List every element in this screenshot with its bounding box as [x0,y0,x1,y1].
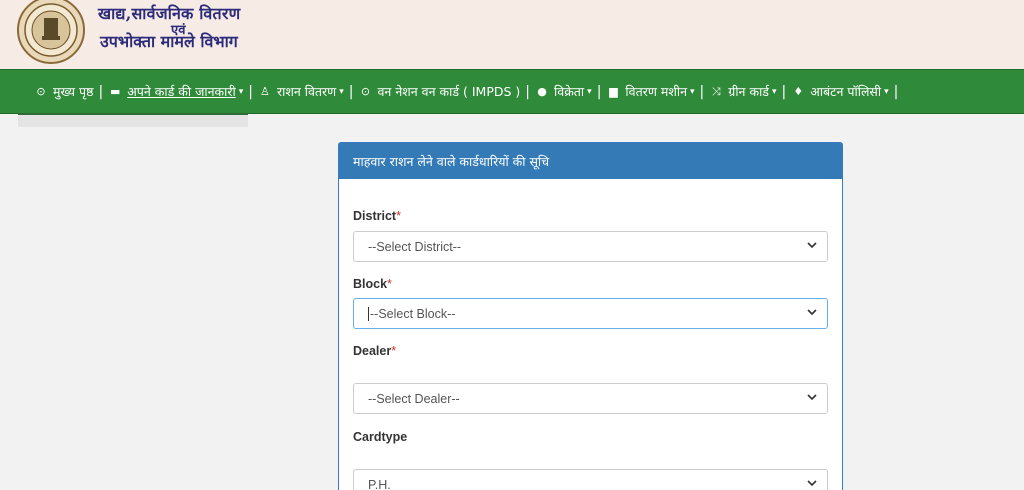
chevron-down-icon [807,394,817,401]
chevron-down-icon [807,309,817,316]
nav-separator: | [781,83,787,100]
title-line-1: खाद्य,सार्वजनिक वितरण [98,4,241,23]
dropdown-menu-remnant [18,113,248,127]
block-label: Block* [353,277,392,291]
person-icon: ♙ [260,85,270,98]
card-icon: ▬ [110,85,121,98]
nav-separator: | [699,83,705,100]
dealer-label: Dealer* [353,344,397,358]
dashboard-icon: ⊙ [36,85,46,98]
title-line-3: उपभोक्ता मामले विभाग [100,32,238,51]
caret-down-icon: ▾ [238,86,244,97]
nav-item-card-info[interactable]: ▬ अपने कार्ड की जानकारी ▾ [104,70,247,113]
caret-down-icon: ▾ [690,86,695,97]
caret-down-icon: ▾ [772,86,777,97]
cardtype-label: Cardtype [353,430,408,444]
nav-item-pos-machine[interactable]: ▆ वितरण मशीन ▾ [602,70,698,113]
district-select[interactable]: --Select District-- [353,231,828,262]
state-emblem-icon [17,0,85,64]
main-nav: ⊙ मुख्य पृष्ठ | ▬ अपने कार्ड की जानकारी … [0,69,1024,114]
required-mark: * [387,277,392,291]
nav-separator: | [525,83,531,100]
nav-item-allocation-policy[interactable]: ♦ आबंटन पॉलिसी ▾ [787,70,892,113]
chevron-down-icon [807,242,817,249]
dealer-select[interactable]: --Select Dealer-- [353,383,828,414]
caret-down-icon: ▾ [339,86,344,97]
nav-separator: | [596,83,602,100]
nav-separator: | [893,83,899,100]
required-mark: * [396,209,401,223]
nav-item-green-card[interactable]: ⤨ ग्रीन कार्ड ▾ [705,70,780,113]
caret-down-icon: ▾ [884,86,889,97]
nav-separator: | [248,83,253,100]
required-mark: * [391,344,397,358]
nav-item-home[interactable]: ⊙ मुख्य पृष्ठ [30,70,97,113]
site-header: खाद्य,सार्वजनिक वितरण एवं उपभोक्ता मामले… [0,0,1024,69]
dashboard-icon: ⊙ [360,85,371,98]
search-panel: माहवार राशन लेने वाले कार्डधारियों की सू… [338,142,843,490]
user-icon: ● [537,85,547,98]
machine-icon: ▆ [609,85,618,98]
block-select[interactable]: --Select Block-- [353,298,828,329]
nav-separator: | [348,83,354,100]
text-cursor [368,306,369,321]
nav-item-ration-distribution[interactable]: ♙ राशन वितरण ▾ [254,70,348,113]
district-label: District* [353,209,401,223]
leaf-icon: ♦ [793,85,804,98]
caret-down-icon: ▾ [587,86,592,97]
nav-item-onorc[interactable]: ⊙ वन नेशन वन कार्ड ( IMPDS ) [354,70,524,113]
cardtype-select[interactable]: P.H. [353,469,828,490]
chevron-down-icon [807,480,817,487]
panel-title: माहवार राशन लेने वाले कार्डधारियों की सू… [339,143,842,179]
department-title: खाद्य,सार्वजनिक वितरण एवं उपभोक्ता मामले… [96,0,296,60]
nav-separator: | [98,83,104,100]
shuffle-icon: ⤨ [711,84,721,98]
nav-item-dealer[interactable]: ● विक्रेता ▾ [531,70,596,113]
